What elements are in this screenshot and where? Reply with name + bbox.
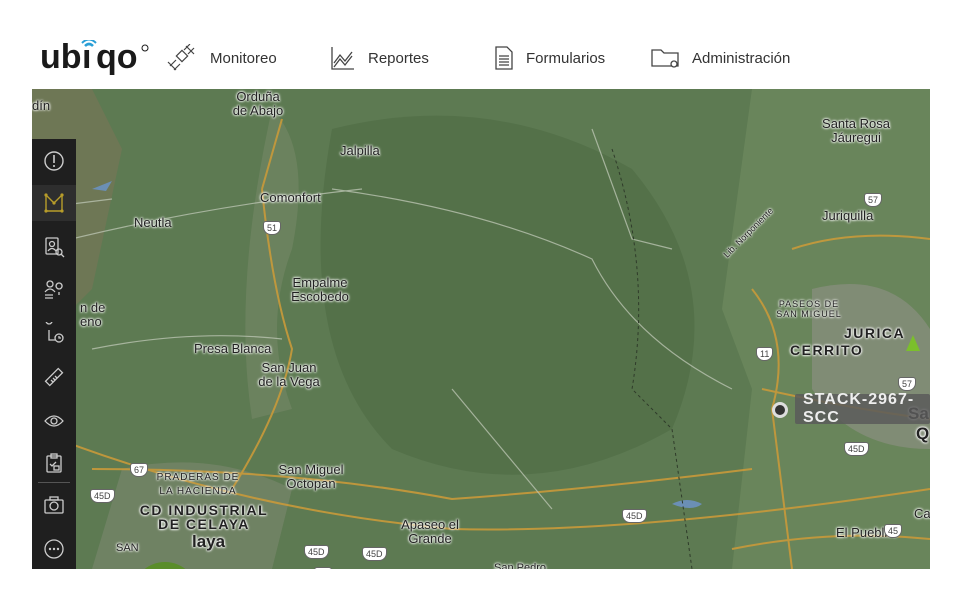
place-label: Neutla (134, 215, 172, 230)
place-label: PASEOS DE SAN MIGUEL (776, 299, 842, 319)
place-label: Comonfort (260, 190, 321, 205)
sidebar-divider (38, 482, 70, 483)
chart-icon (331, 47, 354, 70)
forms-clipboard-button[interactable] (32, 445, 76, 481)
place-label: SAN (116, 542, 139, 554)
place-label: San Juan de la Vega (258, 360, 320, 389)
road-shield: 57 (898, 377, 917, 391)
nav-label: Formularios (526, 49, 606, 67)
place-label: Q (916, 424, 930, 443)
road-shield: 51 (263, 221, 282, 235)
vehicle-icon[interactable] (906, 335, 920, 353)
place-label: laya (192, 532, 226, 551)
place-label: CD INDUSTRIAL DE CELAYA (139, 502, 269, 532)
road-shield: 45 (314, 567, 333, 569)
place-label: JURICA (844, 325, 906, 341)
place-label: n de eno (80, 300, 106, 329)
svg-text:qo: qo (96, 40, 138, 76)
road-shield: 45D (90, 489, 115, 503)
camera-button[interactable] (32, 487, 76, 523)
road-shield: 45D (622, 509, 647, 523)
place-label: Presa Blanca (194, 341, 272, 356)
place-label: San Pedro (494, 562, 546, 569)
chat-button[interactable] (32, 531, 76, 567)
person-location-button[interactable] (32, 271, 76, 307)
ubiqo-logo[interactable]: ub ı qo (40, 38, 160, 76)
camera-icon (44, 496, 64, 514)
place-label: Orduña de Abajo (232, 89, 284, 118)
nav-reportes[interactable]: Reportes (330, 27, 429, 89)
nav-formularios[interactable]: Formularios (494, 27, 605, 89)
nav-administracion[interactable]: Administración (650, 27, 790, 89)
place-label: Apaseo el Grande (401, 517, 459, 546)
map-tools-sidebar (32, 139, 76, 569)
nav-label: Reportes (368, 49, 429, 67)
document-icon (495, 46, 513, 70)
place-label: PRADERAS DE LA HACIENDA (156, 472, 240, 497)
location-history-icon (45, 322, 64, 343)
user-search-icon (45, 237, 65, 258)
folder-settings-icon (651, 49, 679, 68)
place-label: dín (32, 98, 51, 113)
user-search-button[interactable] (32, 229, 76, 265)
vehicle-position-marker[interactable] (772, 402, 788, 418)
road-shield: 45D (304, 545, 329, 559)
road-shield: 67 (130, 463, 149, 477)
road-shield: 45 (884, 524, 903, 538)
place-label: Juriquilla (822, 208, 874, 223)
location-history-button[interactable] (32, 315, 76, 351)
satellite-icon (167, 44, 195, 71)
nav-label: Monitoreo (210, 49, 277, 67)
svg-text:ub: ub (40, 40, 82, 76)
geofence-button[interactable] (32, 185, 76, 221)
chat-icon (44, 539, 64, 559)
nav-monitoreo[interactable]: Monitoreo (166, 27, 277, 89)
app-window: ub ı qo Monitoreo Reportes Formularios A… (32, 27, 930, 569)
eye-icon (44, 415, 64, 427)
place-label: Jalpilla (340, 143, 380, 158)
place-label: CERRITO (790, 342, 864, 358)
alert-icon (44, 151, 64, 171)
measure-button[interactable] (32, 359, 76, 395)
road-shield: 57 (864, 193, 883, 207)
place-label: Empalme Escobedo (291, 275, 349, 304)
place-label: Santa Rosa Jáuregui (822, 116, 890, 145)
ruler-icon (44, 367, 64, 387)
visibility-button[interactable] (32, 403, 76, 439)
place-label: San Miguel Octopan (278, 462, 344, 491)
map-view[interactable]: dín Orduña de Abajo Jalpilla Comonfort N… (32, 89, 930, 569)
clipboard-icon (46, 453, 62, 473)
road-shield: 45D (844, 442, 869, 456)
geofence-icon (44, 193, 64, 213)
vehicle-label[interactable]: STACK-2967-SCC (795, 391, 930, 426)
road-shield: 45D (362, 547, 387, 561)
top-navigation-bar: ub ı qo Monitoreo Reportes Formularios A… (32, 27, 930, 90)
alerts-button[interactable] (32, 143, 76, 179)
nav-label: Administración (692, 49, 791, 67)
person-location-icon (44, 280, 63, 299)
place-label: Ca (914, 506, 930, 521)
